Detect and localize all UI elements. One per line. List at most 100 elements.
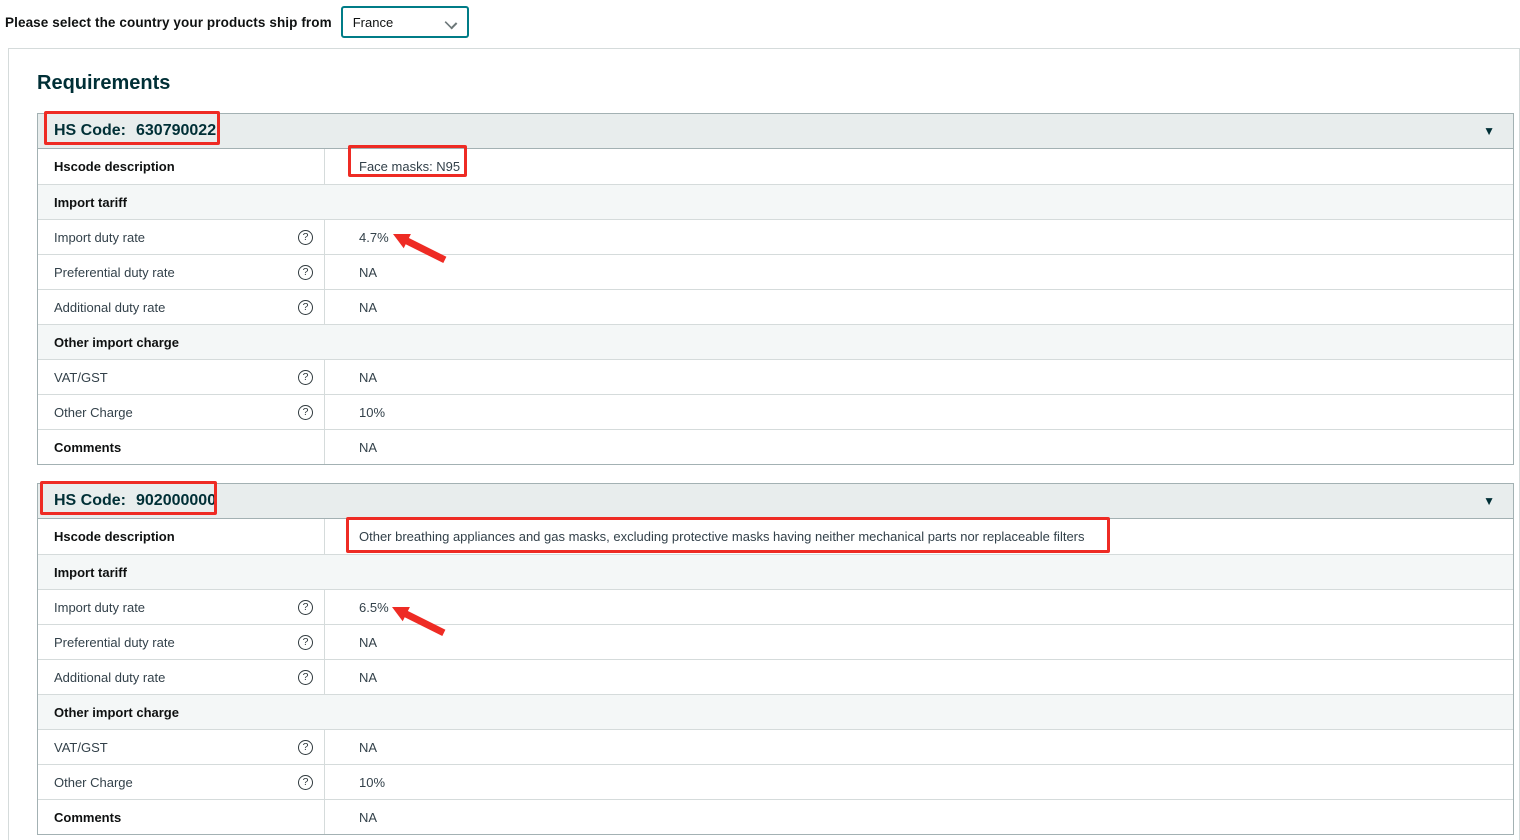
field-row: Other Charge? 10% [38,764,1513,799]
field-row: Comments NA [38,429,1513,464]
country-select-value: France [353,15,393,30]
field-row: Hscode description Other breathing applia… [38,519,1513,554]
field-value: NA [359,440,377,455]
field-row: Import duty rate? 6.5% [38,589,1513,624]
field-value-cell: 10% [325,395,1513,429]
field-value-cell: 10% [325,765,1513,799]
field-value-cell: NA [325,290,1513,324]
field-label: Additional duty rate [54,300,165,315]
collapse-icon[interactable]: ▼ [1483,495,1495,507]
field-label: Hscode description [54,529,175,544]
section-header-row: Other import charge [38,324,1513,359]
help-icon[interactable]: ? [298,370,313,385]
field-label: Comments [54,810,121,825]
field-row: VAT/GST? NA [38,729,1513,764]
field-row: VAT/GST? NA [38,359,1513,394]
field-label-cell: Hscode description [38,149,325,184]
field-value: 10% [359,775,385,790]
field-value-cell: NA [325,430,1513,464]
field-row: Additional duty rate? NA [38,659,1513,694]
collapse-icon[interactable]: ▼ [1483,125,1495,137]
field-label: VAT/GST [54,740,108,755]
help-icon[interactable]: ? [298,230,313,245]
field-label-cell: Import duty rate? [38,590,325,624]
field-row: Preferential duty rate? NA [38,624,1513,659]
help-icon[interactable]: ? [298,405,313,420]
field-value: 10% [359,405,385,420]
field-value: Face masks: N95 [359,159,460,174]
panel-rows: Hscode description Other breathing applia… [37,519,1514,835]
country-selector-bar: Please select the country your products … [0,0,1520,44]
field-value: NA [359,265,377,280]
field-label: Preferential duty rate [54,635,175,650]
field-value: NA [359,670,377,685]
hs-code-panel-header[interactable]: HS Code: 902000000 ▼ [37,483,1514,519]
field-value: NA [359,740,377,755]
section-label: Import tariff [38,555,1513,589]
hs-code-panel: HS Code: 902000000 ▼ Hscode description O… [37,483,1514,835]
field-value-cell: NA [325,800,1513,834]
section-label: Other import charge [38,325,1513,359]
field-row: Other Charge? 10% [38,394,1513,429]
field-row: Comments NA [38,799,1513,834]
field-label-cell: Preferential duty rate? [38,255,325,289]
hs-code-panel: HS Code: 630790022 ▼ Hscode description F… [37,113,1514,465]
field-label-cell: VAT/GST? [38,730,325,764]
field-label-cell: Comments [38,430,325,464]
help-icon[interactable]: ? [298,670,313,685]
field-label: Additional duty rate [54,670,165,685]
field-label-cell: Import duty rate? [38,220,325,254]
section-header-row: Other import charge [38,694,1513,729]
field-row: Additional duty rate? NA [38,289,1513,324]
field-label: Other Charge [54,775,133,790]
field-value-cell: NA [325,255,1513,289]
field-value: Other breathing appliances and gas masks… [359,529,1085,544]
field-value-cell: NA [325,730,1513,764]
field-label: VAT/GST [54,370,108,385]
help-icon[interactable]: ? [298,600,313,615]
section-header-row: Import tariff [38,554,1513,589]
field-label-cell: Preferential duty rate? [38,625,325,659]
hs-code-label: HS Code: [54,122,126,140]
field-row: Preferential duty rate? NA [38,254,1513,289]
field-value-cell: NA [325,360,1513,394]
help-icon[interactable]: ? [298,300,313,315]
field-value: NA [359,635,377,650]
field-row: Import duty rate?4.7% [38,219,1513,254]
section-label: Other import charge [38,695,1513,729]
hs-code-label: HS Code: [54,492,126,510]
country-select-label: Please select the country your products … [5,15,332,30]
field-value-cell: 4.7% [325,220,1513,254]
chevron-down-icon [445,16,457,28]
requirements-card: Requirements HS Code: 630790022 ▼ Hscode… [8,48,1520,840]
field-value-cell: Face masks: N95 [325,149,1513,184]
field-label-cell: Hscode description [38,519,325,554]
field-value: 6.5% [359,600,389,615]
field-value-cell: NA [325,625,1513,659]
field-value-cell: 6.5% [325,590,1513,624]
field-label: Hscode description [54,159,175,174]
field-label-cell: Additional duty rate? [38,660,325,694]
field-label: Preferential duty rate [54,265,175,280]
field-value-cell: NA [325,660,1513,694]
help-icon[interactable]: ? [298,775,313,790]
help-icon[interactable]: ? [298,740,313,755]
hs-code-panel-header[interactable]: HS Code: 630790022 ▼ [37,113,1514,149]
panel-rows: Hscode description Face masks: N95 Import … [37,149,1514,465]
hs-code-value: 902000000 [136,492,216,510]
field-label: Other Charge [54,405,133,420]
field-label-cell: VAT/GST? [38,360,325,394]
page-title: Requirements [37,72,1519,95]
hs-code-value: 630790022 [136,122,216,140]
field-label: Comments [54,440,121,455]
field-label-cell: Other Charge? [38,395,325,429]
country-select[interactable]: France [341,6,469,38]
field-value: NA [359,370,377,385]
help-icon[interactable]: ? [298,635,313,650]
field-label-cell: Comments [38,800,325,834]
field-label: Import duty rate [54,600,145,615]
field-row: Hscode description Face masks: N95 [38,149,1513,184]
field-label-cell: Additional duty rate? [38,290,325,324]
field-value: NA [359,300,377,315]
help-icon[interactable]: ? [298,265,313,280]
